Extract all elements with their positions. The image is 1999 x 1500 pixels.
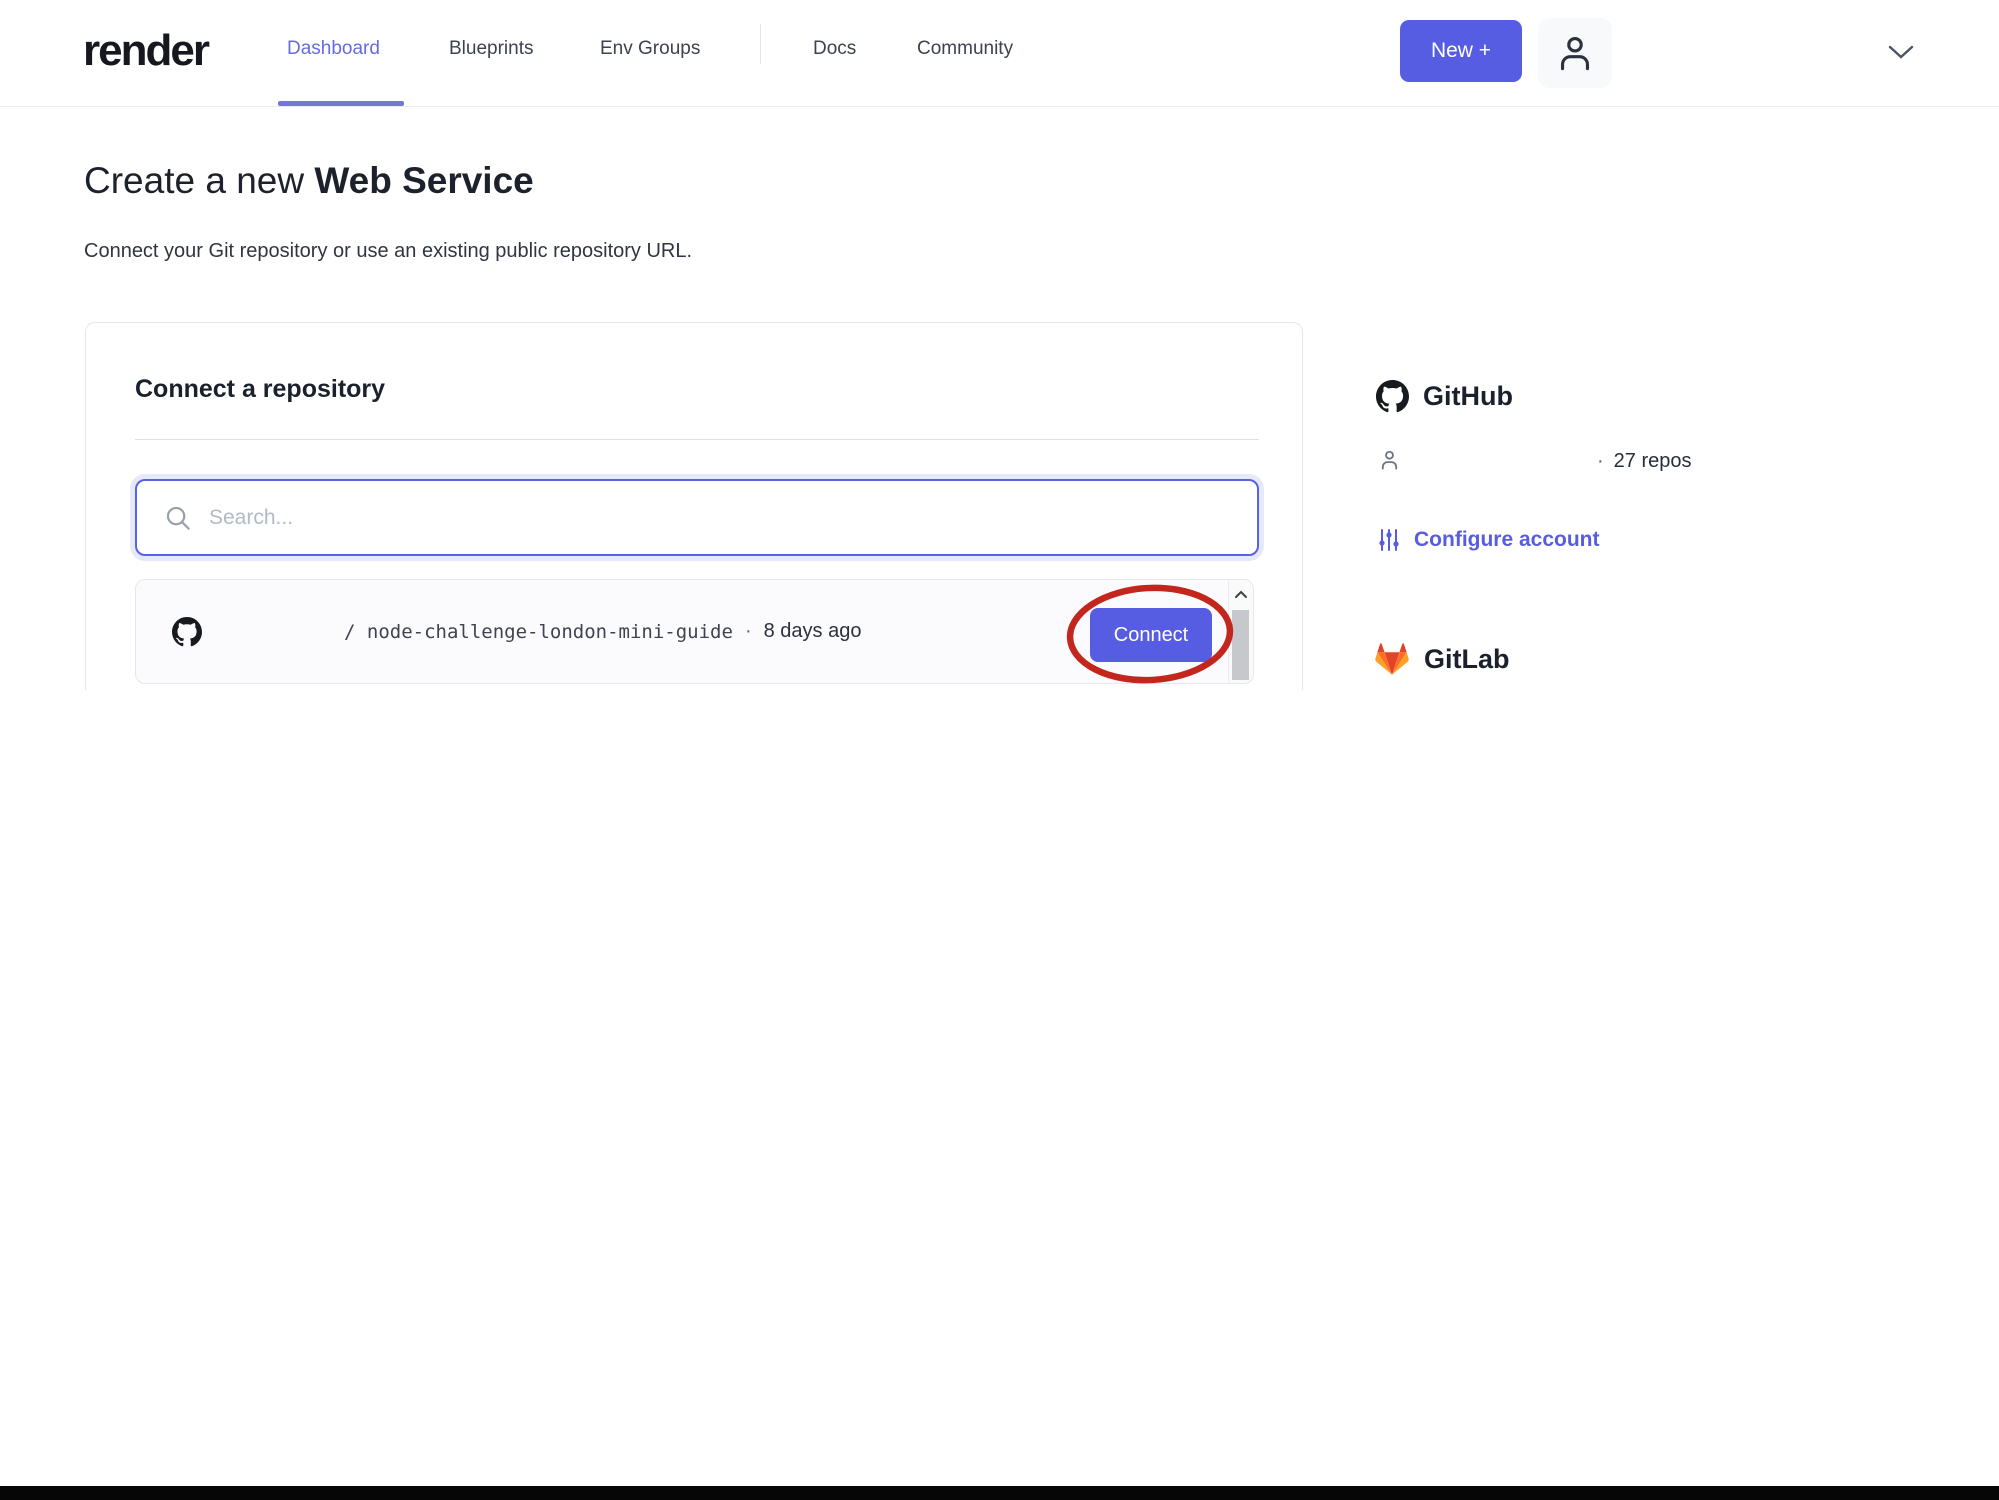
scrollbar-thumb[interactable] [1232,610,1249,680]
list-scrollbar[interactable] [1228,580,1253,683]
search-icon [166,506,190,530]
github-icon [1376,380,1409,413]
page-title-prefix: Create a new [84,160,315,201]
nav-item-docs[interactable]: Docs [813,38,856,60]
repo-updated: 8 days ago [763,620,862,642]
repos-count: · 27 repos [1597,450,1692,473]
github-section-header: GitHub [1376,380,1513,413]
repo-search-box [135,479,1259,556]
sliders-icon [1378,528,1400,552]
card-heading: Connect a repository [135,375,386,403]
top-navbar: render Dashboard Blueprints Env Groups D… [0,0,1999,107]
person-icon [1378,448,1401,472]
github-icon [172,617,202,647]
configure-account-label: Configure account [1414,528,1600,551]
gitlab-title: GitLab [1424,643,1510,674]
active-tab-underline [278,101,404,106]
github-account-row [1378,448,1401,472]
new-button[interactable]: New + [1400,20,1522,82]
scroll-up-icon[interactable] [1229,580,1253,608]
nav-item-dashboard[interactable]: Dashboard [287,38,380,60]
repos-count-value: 27 repos [1613,450,1692,472]
repo-path: / node-challenge-london-mini-guide [344,620,733,643]
repos-count-separator: · [1597,450,1604,472]
nav-item-blueprints[interactable]: Blueprints [449,38,534,60]
user-avatar-button[interactable] [1538,18,1612,88]
gitlab-section-header: GitLab [1374,642,1510,676]
user-icon [1553,30,1597,76]
repo-separator: · [744,620,752,642]
page-canvas: render Dashboard Blueprints Env Groups D… [0,0,1999,1500]
nav-item-community[interactable]: Community [917,38,1013,60]
repo-list: / node-challenge-london-mini-guide · 8 d… [135,579,1254,684]
page-subtitle: Connect your Git repository or use an ex… [84,240,693,262]
page-title-emphasis: Web Service [314,160,534,201]
configure-account-link[interactable]: Configure account [1378,528,1600,552]
page-title: Create a new Web Service [84,160,534,202]
nav-divider [760,24,761,64]
bottom-border-bar [0,1486,1999,1500]
card-divider [135,439,1259,440]
repo-row[interactable]: / node-challenge-london-mini-guide · 8 d… [136,580,1228,683]
gitlab-icon [1374,642,1410,676]
render-logo[interactable]: render [83,26,210,76]
connect-button[interactable]: Connect [1090,608,1212,662]
search-input[interactable] [209,481,1257,554]
chevron-down-icon[interactable] [1884,38,1918,66]
connect-repository-card: Connect a repository / node-challenge-lo… [85,322,1303,690]
nav-item-env-groups[interactable]: Env Groups [600,38,700,60]
github-title: GitHub [1423,381,1513,411]
